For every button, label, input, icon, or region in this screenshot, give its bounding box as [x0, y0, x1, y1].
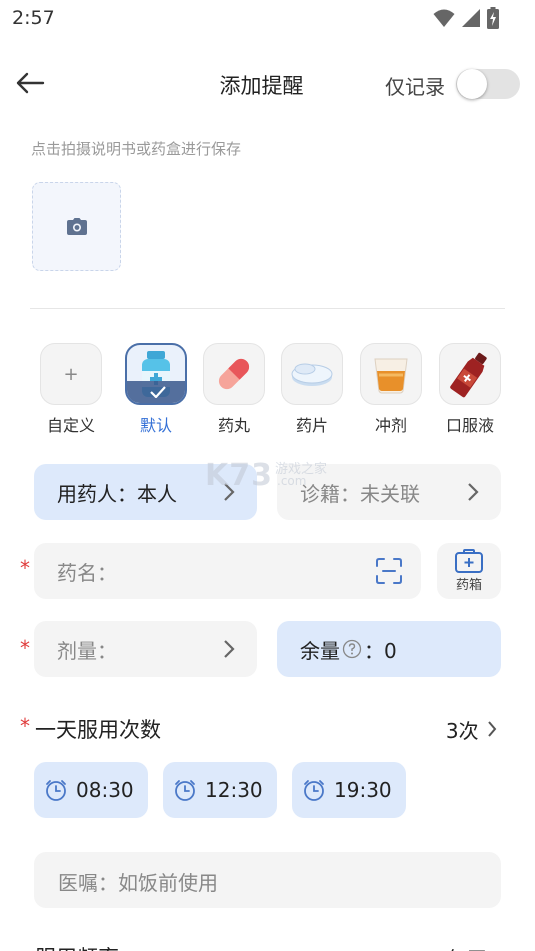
medicine-bottle-icon: [125, 343, 187, 405]
oral-liquid-icon: [439, 343, 501, 405]
doctor-advice-field[interactable]: 医嘱：如饭前使用: [34, 852, 501, 908]
daily-times-title: 一天服用次数: [35, 718, 161, 742]
watermark-logo: K73 游戏之家 .com: [205, 458, 327, 493]
wifi-icon: [433, 9, 455, 27]
time-value: 12:30: [205, 778, 263, 802]
type-label: 药片: [295, 416, 328, 435]
type-pill[interactable]: 药丸: [201, 343, 267, 436]
required-marker: *: [20, 714, 30, 738]
frequency-title: 服用频率: [35, 942, 119, 951]
type-tablet[interactable]: 药片: [279, 343, 345, 436]
remaining-label: 余量 ：0: [300, 635, 397, 664]
toggle-knob: [457, 69, 487, 99]
record-only-label: 仅记录: [385, 75, 445, 99]
required-marker: *: [20, 636, 30, 660]
frequency-value: 每天: [447, 943, 487, 951]
status-bar: 2:57: [0, 0, 535, 38]
capsule-icon: [203, 343, 265, 405]
check-icon: [150, 386, 166, 398]
granule-cup-icon: [360, 343, 422, 405]
drug-name-field[interactable]: 药名：: [34, 543, 421, 599]
divider: [30, 308, 505, 309]
frequency-row[interactable]: 服用频率 每天: [0, 938, 535, 951]
daily-times-row: * 一天服用次数 3次: [0, 712, 535, 744]
type-custom[interactable]: + 自定义: [38, 343, 104, 436]
type-label: 药丸: [217, 416, 250, 435]
chevron-right-icon: [468, 483, 479, 501]
required-marker: *: [20, 556, 30, 580]
type-granule[interactable]: 冲剂: [358, 343, 424, 436]
record-only-toggle[interactable]: [456, 69, 520, 99]
medicine-box-icon: [455, 549, 483, 573]
tablet-icon: [281, 343, 343, 405]
help-circle-icon[interactable]: [342, 639, 362, 659]
time-chip[interactable]: 19:30: [292, 762, 406, 818]
alarm-clock-icon: [304, 780, 324, 801]
scan-icon[interactable]: [375, 557, 403, 585]
type-label: 默认: [139, 416, 172, 435]
dosage-selector[interactable]: 剂量：: [34, 621, 257, 677]
medicine-type-selector: + 自定义 默认 药丸 药片 冲剂 口服液: [38, 343, 508, 443]
battery-icon: [487, 7, 499, 29]
medicine-box-label: 药箱: [455, 578, 482, 593]
user-label: 用药人：本人: [57, 481, 177, 506]
daily-times-value: 3次: [445, 719, 479, 743]
remaining-value: ：0: [364, 638, 397, 663]
alarm-clock-icon: [46, 780, 66, 801]
type-label: 口服液: [445, 416, 494, 435]
remaining-prefix: 余量: [300, 638, 340, 663]
watermark-brand: K73: [205, 458, 273, 493]
medicine-box-button[interactable]: 药箱: [437, 543, 501, 599]
type-oral-liquid[interactable]: 口服液: [437, 343, 503, 436]
photo-upload-button[interactable]: [32, 182, 121, 271]
type-label: 自定义: [46, 416, 95, 435]
signal-icon: [462, 9, 480, 27]
time-chip[interactable]: 12:30: [163, 762, 277, 818]
type-default[interactable]: 默认: [123, 343, 189, 436]
alarm-clock-icon: [175, 780, 195, 801]
chevron-right-icon: [224, 640, 235, 658]
time-value: 19:30: [334, 778, 392, 802]
diagnosis-label: 诊籍：未关联: [300, 481, 420, 506]
nav-bar: 添加提醒 仅记录: [0, 58, 535, 108]
time-value: 08:30: [76, 778, 134, 802]
status-icons: [433, 7, 499, 29]
chevron-right-icon: [488, 721, 497, 737]
doctor-advice-placeholder: 医嘱：如饭前使用: [58, 871, 218, 895]
daily-times-count[interactable]: 3次: [446, 715, 497, 744]
drug-name-placeholder: 药名：: [57, 560, 117, 585]
dosage-label: 剂量：: [57, 638, 117, 663]
status-time: 2:57: [12, 7, 55, 29]
camera-icon: [66, 218, 87, 235]
photo-hint: 点击拍摄说明书或药盒进行保存: [31, 140, 242, 158]
plus-icon: +: [40, 343, 102, 405]
remaining-field[interactable]: 余量 ：0: [277, 621, 501, 677]
time-chip[interactable]: 08:30: [34, 762, 148, 818]
type-label: 冲剂: [374, 416, 407, 435]
watermark-domain: .com: [277, 474, 307, 488]
